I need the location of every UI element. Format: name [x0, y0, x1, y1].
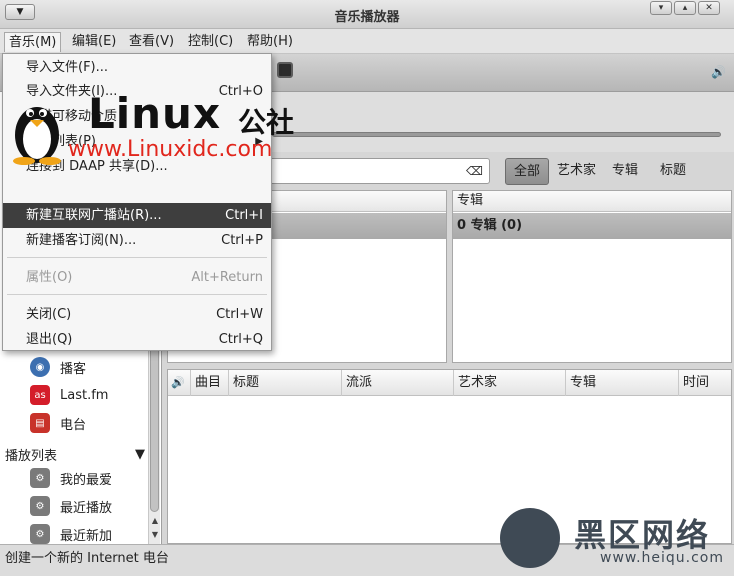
menu-separator [7, 257, 267, 258]
filter-title-button[interactable]: 标题 [646, 158, 694, 185]
shortcut-label: Alt+Return [191, 270, 263, 285]
gear-icon: ⚙ [30, 496, 50, 516]
menu-view[interactable]: 查看(V) [125, 32, 178, 52]
now-playing-area [272, 92, 734, 152]
linux-watermark: Linux 公社 www.Linuxidc.com [10, 89, 300, 175]
seek-bar[interactable] [272, 132, 721, 137]
sidebar-item-label: 播客 [60, 361, 87, 377]
maximize-button[interactable]: ▴ [674, 1, 696, 15]
shortcut-label: Ctrl+P [221, 233, 263, 248]
menu-item-quit[interactable]: 退出(Q) Ctrl+Q [3, 327, 271, 352]
clear-search-icon[interactable]: ⌫ [466, 164, 483, 178]
window-controls: ▾ ▴ ✕ [650, 1, 720, 15]
close-button[interactable]: ✕ [698, 1, 720, 15]
sidebar-item-lastfm[interactable]: as Last.fm [30, 383, 108, 407]
shortcut-label: Ctrl+I [225, 208, 263, 223]
menu-item-import-file[interactable]: 导入文件(F)... [3, 55, 271, 80]
lastfm-icon: as [30, 385, 50, 405]
column-title[interactable]: 标题 [229, 370, 342, 396]
sidebar-item-label: Last.fm [60, 387, 109, 403]
heiqu-watermark: 黑区网络 www.heiqu.com [500, 506, 730, 576]
heiqu-logo-icon [500, 508, 560, 568]
column-album[interactable]: 专辑 [566, 370, 679, 396]
sidebar-item-favorites[interactable]: ⚙ 我的最爱 [30, 466, 112, 490]
sidebar-item-recent-added[interactable]: ⚙ 最近新加 [30, 522, 112, 546]
penguin-logo-icon [13, 107, 61, 165]
column-track[interactable]: 曲目 [191, 370, 229, 396]
menu-separator [7, 294, 267, 295]
shortcut-label: Ctrl+W [216, 307, 263, 322]
watermark-linux-text: Linux [88, 89, 222, 138]
menu-edit[interactable]: 编辑(E) [68, 32, 120, 52]
title-bar: ▼ 音乐播放器 ▾ ▴ ✕ [0, 0, 734, 29]
gear-icon: ⚙ [30, 468, 50, 488]
playlists-header[interactable]: 播放列表 ▼ [5, 444, 145, 464]
sidebar-item-label: 最近播放 [60, 500, 113, 516]
album-pane-selected-row[interactable]: 0 专辑 (0) [453, 213, 731, 239]
menu-item-new-radio-station[interactable]: 新建互联网广播站(R)... Ctrl+I [3, 203, 271, 228]
chevron-down-icon: ▼ [135, 446, 145, 462]
watermark-heiqu-url: www.heiqu.com [600, 550, 725, 566]
radio-icon: ▤ [30, 413, 50, 433]
menu-item-new-podcast-feed[interactable]: 新建播客订阅(N)... Ctrl+P [3, 228, 271, 253]
volume-icon[interactable]: 🔊 [711, 65, 726, 79]
menu-item-properties: 属性(O) Alt+Return [3, 265, 271, 290]
column-artist[interactable]: 艺术家 [454, 370, 566, 396]
watermark-url: www.Linuxidc.com [68, 137, 273, 162]
scroll-down-icon[interactable]: ▼ [150, 530, 160, 539]
minimize-button[interactable]: ▾ [650, 1, 672, 15]
visualizer-icon[interactable] [277, 62, 293, 78]
column-time[interactable]: 时间 [679, 370, 731, 396]
column-genre[interactable]: 流派 [342, 370, 454, 396]
sidebar-item-label: 我的最爱 [60, 472, 113, 488]
menu-help[interactable]: 帮助(H) [243, 32, 297, 52]
menu-music[interactable]: 音乐(M) [4, 32, 62, 52]
status-text: 创建一个新的 Internet 电台 [5, 551, 169, 566]
filter-all-button[interactable]: 全部 [505, 158, 550, 185]
sidebar-item-podcast[interactable]: ◉ 播客 [30, 355, 86, 379]
watermark-gongshe-text: 公社 [238, 106, 295, 139]
menu-control[interactable]: 控制(C) [184, 32, 237, 52]
sidebar-item-recent-played[interactable]: ⚙ 最近播放 [30, 494, 112, 518]
speaker-icon[interactable]: 🔊 [168, 370, 191, 396]
gear-icon: ⚙ [30, 524, 50, 544]
filter-artist-button[interactable]: 艺术家 [549, 158, 604, 185]
podcast-icon: ◉ [30, 357, 50, 377]
sidebar-item-label: 最近新加 [60, 528, 113, 544]
sidebar-item-radio[interactable]: ▤ 电台 [30, 411, 86, 435]
filter-album-button[interactable]: 专辑 [604, 158, 646, 185]
shortcut-label: Ctrl+Q [218, 332, 263, 347]
album-pane[interactable]: 专辑 0 专辑 (0) [452, 190, 732, 363]
window-title: 音乐播放器 [334, 10, 400, 25]
track-list-header: 🔊 曲目 标题 流派 艺术家 专辑 时间 [168, 370, 731, 396]
album-pane-header[interactable]: 专辑 [453, 191, 731, 212]
menu-bar: 音乐(M) 编辑(E) 查看(V) 控制(C) 帮助(H) [0, 29, 734, 54]
browse-filters: 全部 艺术家 专辑 标题 [505, 158, 694, 185]
scroll-up-icon[interactable]: ▲ [150, 516, 160, 525]
sidebar-item-label: 电台 [60, 417, 87, 433]
menu-item-close[interactable]: 关闭(C) Ctrl+W [3, 302, 271, 327]
